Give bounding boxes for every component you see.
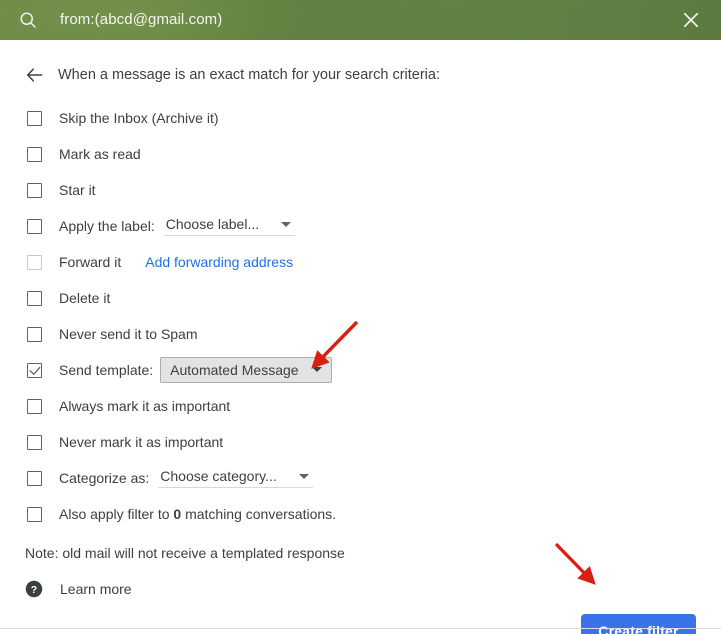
option-row-never-important[interactable]: Never mark it as important	[0, 424, 721, 460]
gmail-filter-dialog: from:(abcd@gmail.com) When a message is …	[0, 0, 721, 634]
option-label: Never send it to Spam	[59, 326, 198, 342]
option-label: Skip the Inbox (Archive it)	[59, 110, 219, 126]
add-forwarding-address-link[interactable]: Add forwarding address	[145, 254, 293, 270]
checkbox-never-spam[interactable]	[27, 326, 42, 342]
back-arrow-icon[interactable]	[25, 65, 45, 85]
template-select-value: Automated Message	[170, 361, 299, 378]
checkbox-skip-inbox[interactable]	[27, 110, 42, 126]
close-icon[interactable]	[681, 10, 701, 30]
option-label: Mark as read	[59, 146, 141, 162]
template-select[interactable]: Automated Message	[160, 357, 332, 383]
search-bar: from:(abcd@gmail.com)	[0, 0, 721, 40]
filter-actions-list: Skip the Inbox (Archive it) Mark as read…	[0, 100, 721, 532]
category-select[interactable]: Choose category...	[158, 468, 313, 488]
option-label: Also apply filter to 0 matching conversa…	[59, 505, 336, 523]
option-label: Star it	[59, 182, 96, 198]
option-row-star-it[interactable]: Star it	[0, 172, 721, 208]
checkbox-delete-it[interactable]	[27, 290, 42, 306]
option-row-apply-label[interactable]: Apply the label: Choose label...	[0, 208, 721, 244]
option-row-forward-it[interactable]: Forward it Add forwarding address	[0, 244, 721, 280]
option-row-send-template[interactable]: Send template: Automated Message	[0, 352, 721, 388]
option-label: Always mark it as important	[59, 398, 231, 414]
option-row-mark-as-read[interactable]: Mark as read	[0, 136, 721, 172]
option-label: Delete it	[59, 290, 111, 306]
option-label: Never mark it as important	[59, 434, 224, 450]
checkbox-forward-it[interactable]	[27, 254, 42, 270]
also-apply-suffix: matching conversations.	[181, 506, 337, 522]
bottom-divider	[0, 628, 721, 629]
svg-text:?: ?	[31, 584, 37, 596]
learn-more-link[interactable]: Learn more	[60, 581, 132, 597]
option-row-delete-it[interactable]: Delete it	[0, 280, 721, 316]
also-apply-prefix: Also apply filter to	[59, 506, 174, 522]
chevron-down-icon	[311, 367, 322, 372]
filter-criteria-panel: When a message is an exact match for you…	[0, 40, 721, 634]
learn-more-row[interactable]: ? Learn more	[25, 580, 132, 598]
category-select-value: Choose category...	[160, 468, 277, 484]
label-select[interactable]: Choose label...	[163, 216, 296, 236]
option-row-never-spam[interactable]: Never send it to Spam	[0, 316, 721, 352]
checkbox-always-important[interactable]	[27, 398, 42, 414]
option-label: Apply the label:	[59, 218, 155, 234]
template-note: Note: old mail will not receive a templa…	[25, 545, 345, 561]
checkbox-mark-as-read[interactable]	[27, 146, 42, 162]
checkbox-never-important[interactable]	[27, 434, 42, 450]
create-filter-button[interactable]: Create filter	[581, 614, 696, 634]
label-select-value: Choose label...	[165, 216, 260, 232]
checkbox-send-template[interactable]	[27, 362, 42, 378]
chevron-down-icon	[298, 473, 309, 479]
chevron-down-icon	[281, 221, 292, 227]
option-label: Categorize as:	[59, 470, 150, 486]
checkbox-star-it[interactable]	[27, 182, 42, 198]
checkbox-also-apply-filter[interactable]	[27, 506, 42, 522]
option-row-also-apply-filter[interactable]: Also apply filter to 0 matching conversa…	[0, 496, 721, 532]
search-icon[interactable]	[18, 10, 38, 30]
option-row-always-important[interactable]: Always mark it as important	[0, 388, 721, 424]
page-title: When a message is an exact match for you…	[58, 67, 440, 83]
checkbox-apply-label[interactable]	[27, 218, 42, 234]
search-input[interactable]: from:(abcd@gmail.com)	[60, 0, 222, 40]
option-row-skip-inbox[interactable]: Skip the Inbox (Archive it)	[0, 100, 721, 136]
option-label: Forward it	[59, 254, 122, 270]
option-label: Send template:	[59, 362, 154, 378]
option-row-categorize-as[interactable]: Categorize as: Choose category...	[0, 460, 721, 496]
help-circle-icon[interactable]: ?	[25, 580, 43, 598]
checkbox-categorize-as[interactable]	[27, 470, 42, 486]
